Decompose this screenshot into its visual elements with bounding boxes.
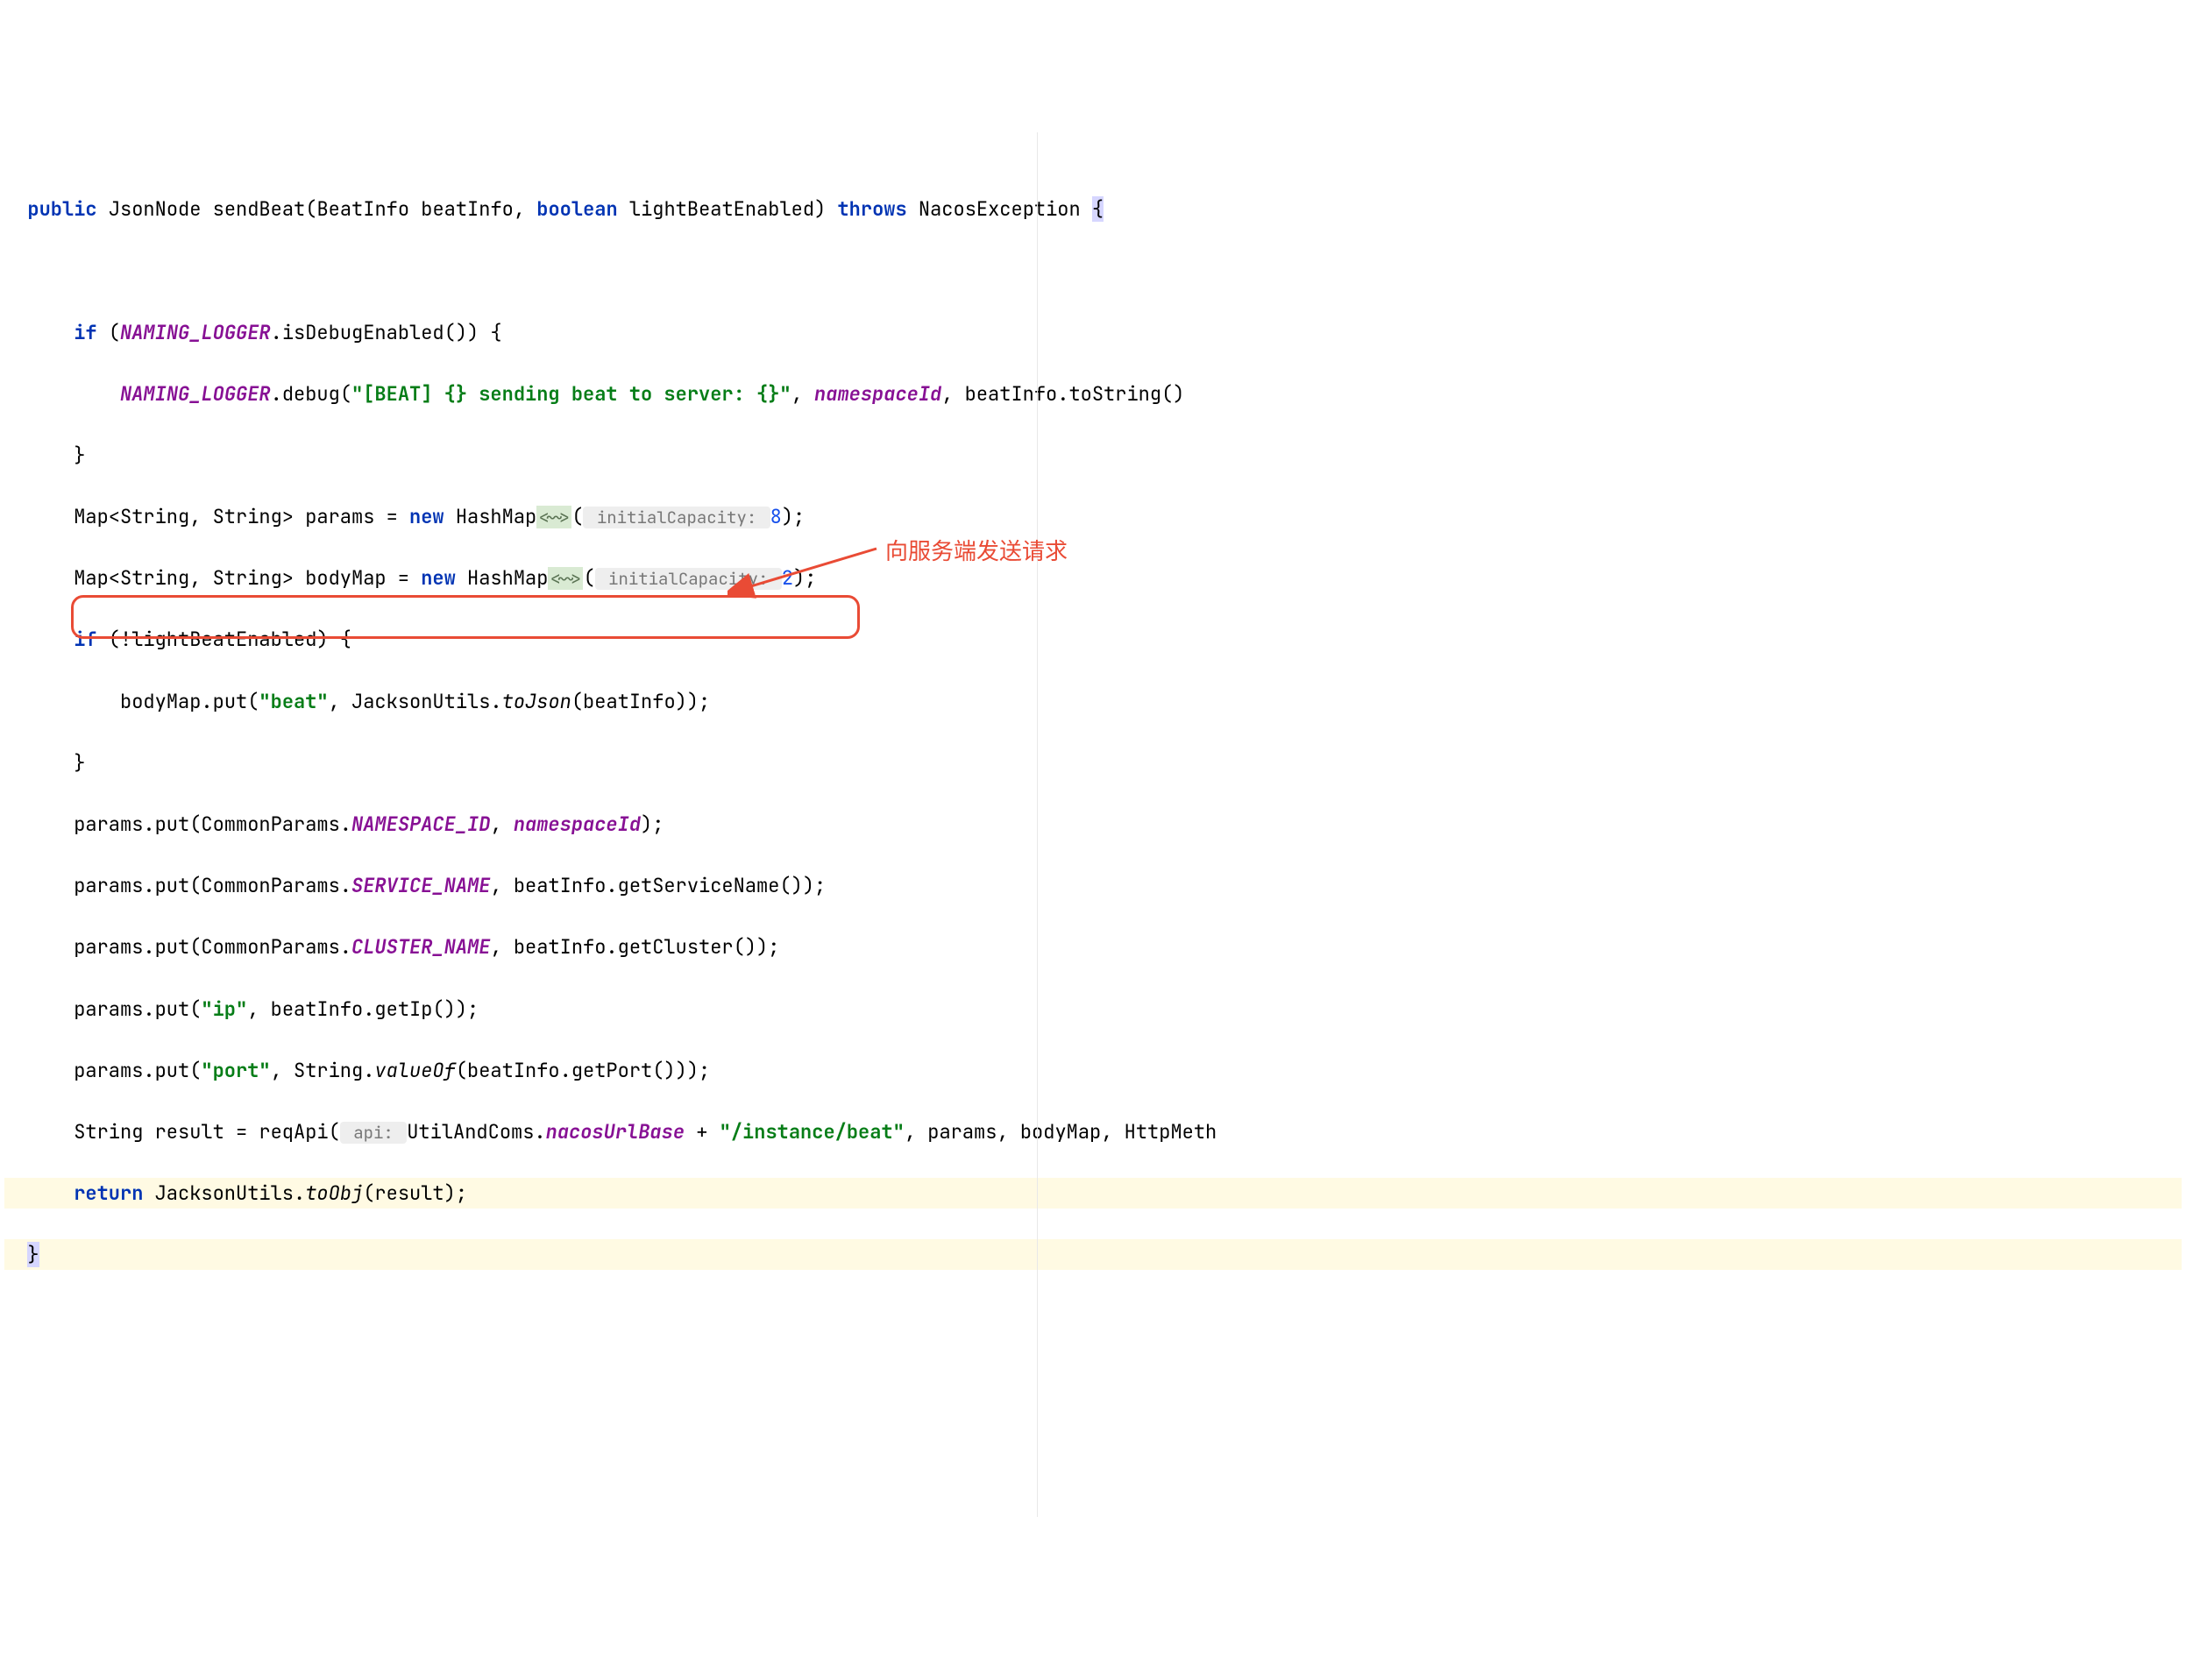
method-isdebug: .isDebugEnabled()) { [271, 320, 502, 345]
keyword-throws: throws [837, 196, 906, 222]
field-namespaceid: namespaceId [814, 381, 941, 407]
param-beatinfo: beatInfo [421, 196, 514, 222]
keyword-if: if [74, 320, 96, 345]
code-line-13[interactable]: params.put("ip", beatInfo.getIp()); [4, 994, 2182, 1024]
method-debug: .debug( [271, 381, 351, 407]
code-line-17[interactable]: } [4, 1239, 2182, 1270]
static-valueof: valueOf [374, 1058, 455, 1083]
code-line-16[interactable]: return JacksonUtils.toObj(result); [4, 1178, 2182, 1209]
code-line-5[interactable]: Map<String, String> params = new HashMap… [4, 501, 2182, 532]
keyword-new: new [409, 504, 444, 529]
param-lightbeat: lightBeatEnabled [629, 196, 814, 222]
static-toobj: toObj [305, 1180, 363, 1206]
code-line-9[interactable]: } [4, 748, 2182, 778]
keyword-boolean: boolean [536, 196, 617, 222]
code-line-10[interactable]: params.put(CommonParams.NAMESPACE_ID, na… [4, 809, 2182, 840]
field-namespaceid2: namespaceId [514, 812, 641, 837]
type-hint-2: <~> [548, 567, 583, 590]
method-sendbeat: sendBeat [213, 196, 306, 222]
keyword-return: return [74, 1180, 143, 1206]
string-beat: "beat" [259, 689, 328, 714]
field-logger: NAMING_LOGGER [120, 320, 271, 345]
code-line-1[interactable]: public JsonNode sendBeat(BeatInfo beatIn… [4, 194, 2182, 224]
keyword-new2: new [421, 565, 456, 591]
param-hint-api: api: [340, 1122, 407, 1144]
field-nacosurlbase: nacosUrlBase [546, 1119, 685, 1145]
code-line-blank[interactable] [4, 255, 2182, 286]
param-hint-capacity2: initialCapacity: [595, 568, 782, 590]
code-editor[interactable]: public JsonNode sendBeat(BeatInfo beatIn… [4, 132, 2182, 1517]
code-line-11[interactable]: params.put(CommonParams.SERVICE_NAME, be… [4, 870, 2182, 901]
string-beat-msg: "[BEAT] {} sending beat to server: {}" [351, 381, 791, 407]
code-line-12[interactable]: params.put(CommonParams.CLUSTER_NAME, be… [4, 932, 2182, 962]
field-logger2: NAMING_LOGGER [120, 381, 271, 407]
number-2: 2 [782, 565, 793, 591]
type-hint-1: <~> [536, 506, 571, 528]
static-tojson: toJson [502, 689, 571, 714]
type-jsonnode: JsonNode [109, 196, 202, 222]
code-line-2[interactable]: if (NAMING_LOGGER.isDebugEnabled()) { [4, 317, 2182, 348]
code-line-4[interactable]: } [4, 440, 2182, 471]
const-namespace-id: NAMESPACE_ID [351, 812, 490, 837]
brace-open: { [1092, 196, 1104, 222]
brace-close: } [74, 443, 85, 468]
code-line-14[interactable]: params.put("port", String.valueOf(beatIn… [4, 1055, 2182, 1086]
right-margin-guide [1037, 132, 1038, 1517]
string-instance-beat: "/instance/beat" [720, 1119, 905, 1145]
code-line-7[interactable]: if (!lightBeatEnabled) { [4, 624, 2182, 655]
number-8: 8 [770, 504, 782, 529]
brace-close2: } [74, 750, 85, 776]
keyword-public: public [27, 196, 96, 222]
type-beatinfo: BeatInfo [316, 196, 409, 222]
code-line-6[interactable]: Map<String, String> bodyMap = new HashMa… [4, 563, 2182, 593]
param-hint-capacity1: initialCapacity: [583, 507, 770, 528]
brace-close-main: } [27, 1242, 39, 1267]
const-service-name: SERVICE_NAME [351, 873, 490, 898]
const-cluster-name: CLUSTER_NAME [351, 934, 490, 960]
string-port: "port" [201, 1058, 270, 1083]
string-ip: "ip" [201, 996, 247, 1022]
exception-nacos: NacosException [919, 196, 1081, 222]
code-line-15[interactable]: String result = reqApi( api: UtilAndComs… [4, 1116, 2182, 1147]
code-line-3[interactable]: NAMING_LOGGER.debug("[BEAT] {} sending b… [4, 379, 2182, 409]
keyword-if2: if [74, 627, 96, 652]
code-line-8[interactable]: bodyMap.put("beat", JacksonUtils.toJson(… [4, 686, 2182, 717]
